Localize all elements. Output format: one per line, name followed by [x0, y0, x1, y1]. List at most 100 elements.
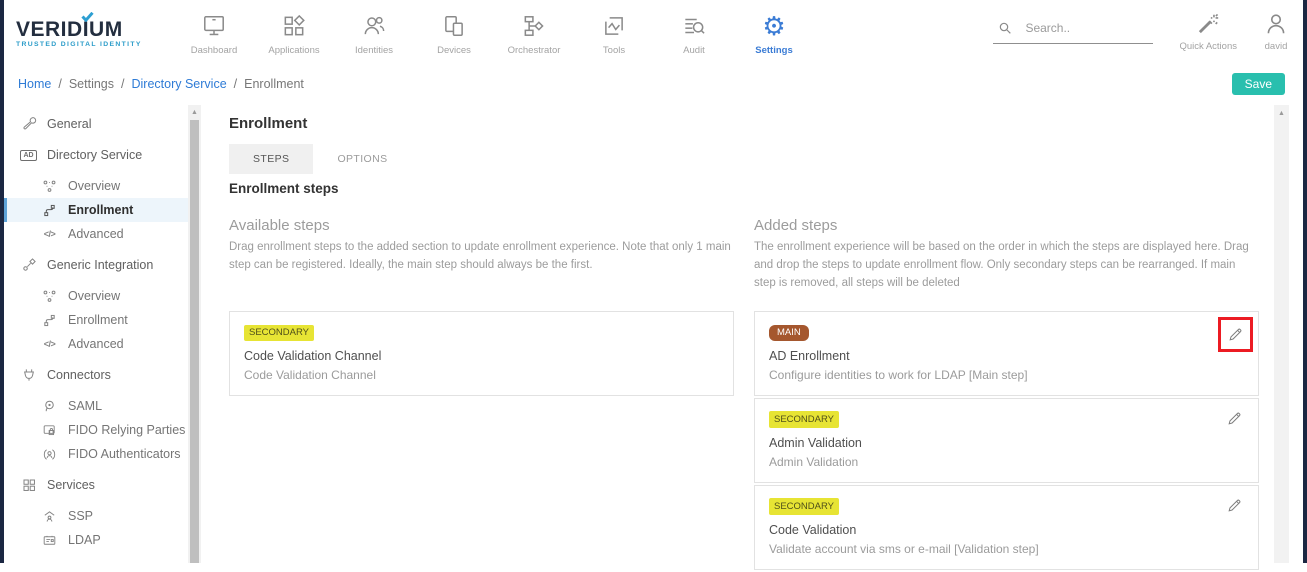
route-icon [41, 203, 58, 218]
tools-icon [574, 12, 654, 40]
sidebar-scrollbar-thumb[interactable] [190, 120, 199, 563]
flowchart-icon [494, 12, 574, 40]
code-icon: </> [41, 339, 58, 349]
sidebar-item-fido-relying-parties[interactable]: FIDO Relying Parties [4, 418, 188, 442]
step-card-subtitle: Admin Validation [769, 455, 1244, 469]
added-steps-list: MAIN AD Enrollment Configure identities … [754, 311, 1259, 570]
sidebar-item-connectors[interactable]: Connectors [4, 363, 188, 387]
sidebar-item-services[interactable]: Services [4, 473, 188, 497]
user-menu[interactable]: david [1263, 10, 1289, 52]
sidebar-item-label: General [47, 117, 91, 131]
main-scrollbar[interactable]: ▲ [1274, 105, 1289, 563]
wand-icon [1179, 10, 1237, 38]
available-steps-column: Available steps Drag enrollment steps to… [229, 217, 734, 572]
apps-icon [254, 12, 334, 40]
sidebar-item-fido-authenticators[interactable]: FIDO Authenticators [4, 442, 188, 466]
step-card-title: Admin Validation [769, 436, 1244, 450]
nav-item-applications[interactable]: Applications [254, 6, 334, 56]
sidebar-item-ds-advanced[interactable]: </> Advanced [4, 222, 188, 246]
breadcrumb-separator: / [58, 77, 61, 91]
nav-item-tools[interactable]: Tools [574, 6, 654, 56]
nav-label: Audit [654, 45, 734, 56]
settings-sidebar: General AD Directory Service Overview En… [4, 105, 201, 563]
red-highlight-box [1218, 317, 1253, 352]
nav-label: Orchestrator [494, 45, 574, 56]
main-panel: Enrollment STEPS OPTIONS Enrollment step… [201, 105, 1303, 563]
sidebar-item-directory-service[interactable]: AD Directory Service [4, 143, 188, 167]
nav-label: Applications [254, 45, 334, 56]
roof-person-icon [41, 509, 58, 524]
sidebar-item-ds-overview[interactable]: Overview [4, 174, 188, 198]
sidebar-item-ssp[interactable]: SSP [4, 504, 188, 528]
added-steps-title: Added steps [754, 217, 1259, 234]
edit-pencil-icon[interactable] [1225, 497, 1243, 515]
step-card-admin-validation[interactable]: SECONDARY Admin Validation Admin Validat… [754, 398, 1259, 483]
person-icon [1263, 10, 1289, 38]
sidebar-item-label: Advanced [68, 337, 124, 351]
plug-icon [20, 367, 37, 383]
quick-actions-button[interactable]: Quick Actions [1179, 10, 1237, 52]
sidebar-item-label: FIDO Relying Parties [68, 423, 185, 437]
target-icon [41, 399, 58, 414]
logo-text-post: UM [89, 18, 123, 41]
nav-item-audit[interactable]: Audit [654, 6, 734, 56]
nav-item-settings[interactable]: ⚙ Settings [734, 6, 814, 56]
step-card-code-validation[interactable]: SECONDARY Code Validation Validate accou… [754, 485, 1259, 570]
sidebar-item-saml[interactable]: SAML [4, 394, 188, 418]
added-steps-column: Added steps The enrollment experience wi… [754, 217, 1259, 572]
tab-options[interactable]: OPTIONS [313, 144, 411, 174]
nav-label: Settings [734, 45, 814, 56]
nodes-icon [41, 179, 58, 194]
available-steps-list: SECONDARY Code Validation Channel Code V… [229, 311, 734, 396]
step-card-subtitle: Code Validation Channel [244, 368, 719, 382]
edit-pencil-icon[interactable] [1227, 326, 1245, 344]
integration-icon [20, 257, 37, 273]
breadcrumb-enrollment: Enrollment [244, 77, 304, 91]
sidebar-item-label: Directory Service [47, 148, 142, 162]
edit-pencil-icon[interactable] [1225, 410, 1243, 428]
scroll-up-arrow-icon[interactable]: ▲ [1274, 105, 1289, 117]
nav-item-devices[interactable]: Devices [414, 6, 494, 56]
sidebar-item-ds-enrollment[interactable]: Enrollment [4, 198, 188, 222]
sidebar-item-gi-advanced[interactable]: </> Advanced [4, 332, 188, 356]
sidebar-item-label: Connectors [47, 368, 111, 382]
save-button[interactable]: Save [1232, 73, 1285, 95]
sidebar-item-generic-integration[interactable]: Generic Integration [4, 253, 188, 277]
step-card-title: AD Enrollment [769, 349, 1244, 363]
search-input[interactable] [1025, 21, 1135, 35]
nav-item-orchestrator[interactable]: Orchestrator [494, 6, 574, 56]
step-card-code-validation-channel[interactable]: SECONDARY Code Validation Channel Code V… [229, 311, 734, 396]
added-steps-description: The enrollment experience will be based … [754, 239, 1259, 295]
ad-badge-icon: AD [20, 150, 37, 161]
sidebar-item-label: SSP [68, 509, 93, 523]
breadcrumb-directory-service[interactable]: Directory Service [131, 77, 226, 91]
nav-item-dashboard[interactable]: Dashboard [174, 6, 254, 56]
gear-icon: ⚙ [734, 12, 814, 40]
nav-item-identities[interactable]: Identities [334, 6, 414, 56]
tab-steps[interactable]: STEPS [229, 144, 313, 174]
sidebar-item-gi-enrollment[interactable]: Enrollment [4, 308, 188, 332]
logo-wordmark: VERIDIUM [16, 19, 156, 40]
wrench-icon [20, 116, 37, 132]
route-icon [41, 313, 58, 328]
breadcrumb-home[interactable]: Home [18, 77, 51, 91]
sidebar-item-ldap[interactable]: LDAP [4, 528, 188, 552]
sidebar-item-general[interactable]: General [4, 112, 188, 136]
sidebar-scrollbar[interactable]: ▲ [188, 105, 201, 563]
breadcrumb-settings: Settings [69, 77, 114, 91]
sidebar-item-gi-overview[interactable]: Overview [4, 284, 188, 308]
status-badge: MAIN [769, 325, 809, 341]
step-card-subtitle: Validate account via sms or e-mail [Vali… [769, 542, 1244, 556]
search-icon [997, 20, 1013, 36]
header-right: Quick Actions david [993, 10, 1303, 52]
search-box[interactable] [993, 18, 1153, 44]
scroll-up-arrow-icon[interactable]: ▲ [188, 105, 201, 116]
veridium-logo[interactable]: VERIDIUM TRUSTED DIGITAL IDENTITY [16, 15, 156, 48]
user-name-label: david [1263, 41, 1289, 52]
people-icon [334, 12, 414, 40]
sidebar-item-label: FIDO Authenticators [68, 447, 181, 461]
sidebar-item-label: Generic Integration [47, 258, 153, 272]
step-card-ad-enrollment[interactable]: MAIN AD Enrollment Configure identities … [754, 311, 1259, 396]
step-card-title: Code Validation [769, 523, 1244, 537]
monitor-icon [174, 12, 254, 40]
